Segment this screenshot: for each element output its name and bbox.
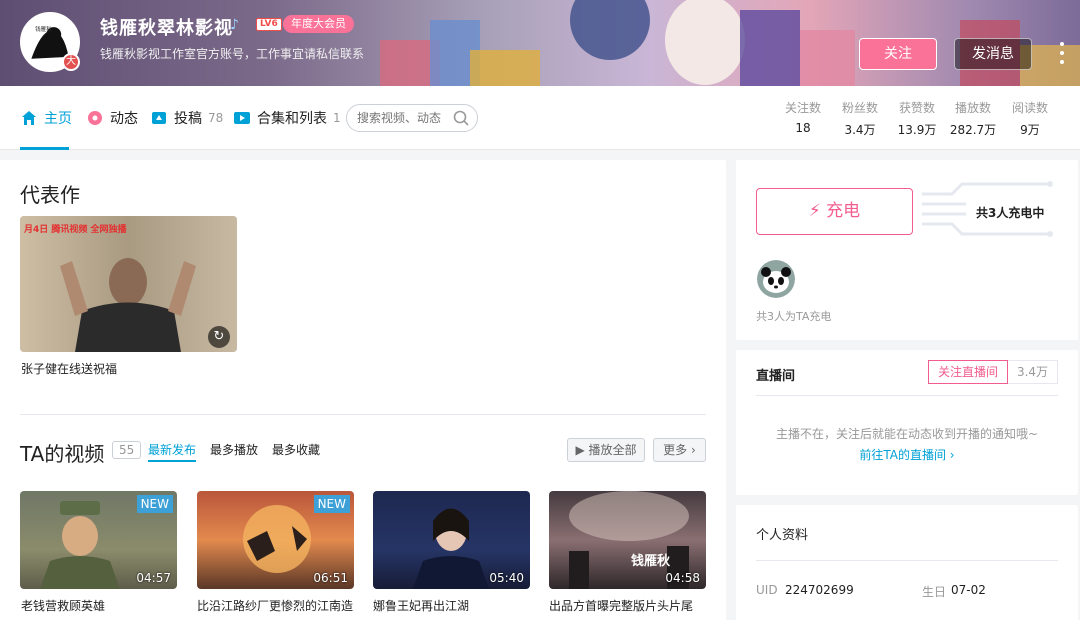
stat-following[interactable]: 关注数 18 bbox=[773, 99, 833, 135]
playlist-icon bbox=[234, 112, 250, 124]
video-card-3[interactable]: 05:40 bbox=[373, 491, 530, 589]
svg-text:钱雁秋: 钱雁秋 bbox=[35, 25, 52, 33]
uid-value: 224702699 bbox=[785, 583, 854, 597]
video-tab-indicator bbox=[148, 460, 196, 462]
upload-icon bbox=[152, 112, 166, 124]
charge-count: 共3人充电中 bbox=[976, 206, 1045, 220]
video-title-1[interactable]: 老钱营救顾英雄 bbox=[21, 597, 178, 614]
go-live-room-link[interactable]: 前往TA的直播间 › bbox=[736, 446, 1078, 463]
live-room-title: 直播间 bbox=[756, 369, 796, 384]
thumbnail-tag: 月4日 腾讯视频 全网独播 bbox=[24, 225, 127, 235]
masterpiece-video-title[interactable]: 张子健在线送祝福 bbox=[21, 360, 117, 377]
lightning-icon: ⚡ bbox=[808, 201, 827, 221]
stat-label: 阅读数 bbox=[1011, 101, 1048, 115]
stat-label: 播放数 bbox=[954, 101, 991, 115]
ta-videos-count: 55 bbox=[112, 441, 142, 459]
video-duration: 06:51 bbox=[313, 571, 348, 585]
profile-info-title: 个人资料 bbox=[756, 528, 809, 543]
go-live-label: 前往TA的直播间 bbox=[859, 448, 946, 462]
search-input[interactable] bbox=[357, 109, 452, 127]
level-badge: LV6 bbox=[256, 18, 282, 31]
play-all-label: 播放全部 bbox=[588, 443, 637, 457]
follow-button[interactable]: 关注 bbox=[859, 38, 937, 70]
play-all-button[interactable]: ▶ 播放全部 bbox=[567, 438, 645, 462]
stat-value: 13.9万 bbox=[897, 123, 937, 137]
video-title-4[interactable]: 出品方首曝完整版片头片尾 bbox=[549, 597, 706, 614]
birthday-label: 生日 bbox=[922, 585, 947, 599]
tiktok-like-icon: ♪ bbox=[230, 17, 239, 33]
live-offline-message: 主播不在，关注后就能在动态收到开播的通知哦~ bbox=[775, 427, 1039, 441]
vip-badge[interactable]: 年度大会员 bbox=[283, 15, 354, 33]
stat-label: 关注数 bbox=[784, 101, 821, 115]
stat-value: 282.7万 bbox=[949, 123, 997, 137]
live-fans-count: 3.4万 bbox=[1008, 360, 1058, 384]
stat-reads: 阅读数 9万 bbox=[1000, 99, 1060, 138]
active-tab-indicator bbox=[20, 147, 69, 150]
message-button[interactable]: 发消息 bbox=[954, 38, 1032, 70]
stat-likes: 获赞数 13.9万 bbox=[887, 99, 947, 138]
follow-live-button[interactable]: 关注直播间 bbox=[928, 360, 1008, 384]
svg-text:钱雁秋: 钱雁秋 bbox=[631, 553, 671, 569]
user-sign: 钱雁秋影视工作室官方账号，工作事宜请私信联系 bbox=[100, 47, 365, 61]
video-card-1[interactable]: NEW 04:57 bbox=[20, 491, 177, 589]
charge-button[interactable]: ⚡ 充电 bbox=[756, 188, 913, 235]
tab-home-label: 主页 bbox=[44, 111, 72, 127]
tab-dynamic-label: 动态 bbox=[110, 111, 138, 127]
avatar-badge: 大 bbox=[62, 53, 80, 71]
tab-most-played[interactable]: 最多播放 bbox=[210, 441, 258, 458]
chevron-right-icon: › bbox=[687, 443, 696, 457]
tab-home[interactable]: 主页 bbox=[20, 86, 72, 150]
stat-value: 9万 bbox=[1020, 123, 1040, 137]
video-duration: 04:57 bbox=[136, 571, 171, 585]
live-divider bbox=[756, 395, 1058, 396]
search-icon[interactable] bbox=[453, 110, 469, 126]
play-icon: ▶ bbox=[575, 443, 589, 457]
charge-subtitle: 共3人为TA充电 bbox=[756, 310, 832, 323]
birthday-value: 07-02 bbox=[951, 583, 986, 597]
profile-info-card bbox=[736, 505, 1078, 620]
tab-dynamic[interactable]: 动态 bbox=[86, 86, 138, 150]
tab-upload-label: 投稿 bbox=[174, 111, 202, 127]
dynamic-icon bbox=[88, 111, 102, 125]
stat-fans[interactable]: 粉丝数 3.4万 bbox=[830, 99, 890, 138]
video-title-3[interactable]: 娜鲁王妃再出江湖 bbox=[373, 597, 530, 614]
tab-playlist-label: 合集和列表 bbox=[257, 111, 327, 127]
new-badge: NEW bbox=[136, 495, 173, 513]
uid-label: UID bbox=[756, 583, 778, 597]
masterpiece-title: 代表作 bbox=[20, 183, 80, 207]
tab-most-collected[interactable]: 最多收藏 bbox=[272, 441, 320, 458]
profile-search bbox=[346, 104, 478, 132]
tab-upload-count: 78 bbox=[208, 111, 224, 125]
video-title-2[interactable]: 比沿江路纱厂更惨烈的江南造 bbox=[197, 597, 354, 614]
ta-videos-title: TA的视频 bbox=[20, 442, 105, 466]
home-icon bbox=[22, 111, 36, 125]
video-card-4[interactable]: 钱雁秋 04:58 bbox=[549, 491, 706, 589]
replay-icon[interactable]: ↻ bbox=[208, 326, 230, 348]
profile-info-divider bbox=[756, 560, 1058, 561]
stat-value: 3.4万 bbox=[844, 123, 876, 137]
tab-playlist[interactable]: 合集和列表 1 bbox=[233, 86, 341, 150]
stat-label: 粉丝数 bbox=[841, 101, 878, 115]
video-duration: 05:40 bbox=[489, 571, 524, 585]
tab-latest[interactable]: 最新发布 bbox=[148, 441, 196, 458]
tab-playlist-count: 1 bbox=[333, 111, 341, 125]
chevron-right-icon: › bbox=[945, 448, 955, 462]
stat-plays: 播放数 282.7万 bbox=[943, 99, 1003, 138]
section-divider bbox=[20, 414, 706, 415]
video-duration: 04:58 bbox=[665, 571, 700, 585]
more-options-icon[interactable] bbox=[1056, 40, 1068, 66]
stat-value: 18 bbox=[795, 121, 811, 135]
video-card-2[interactable]: NEW 06:51 bbox=[197, 491, 354, 589]
stat-label: 获赞数 bbox=[898, 101, 935, 115]
charge-label: 充电 bbox=[826, 201, 861, 221]
more-videos-button[interactable]: 更多 › bbox=[653, 438, 706, 462]
tab-upload[interactable]: 投稿 78 bbox=[150, 86, 223, 150]
more-label: 更多 bbox=[663, 443, 688, 457]
masterpiece-thumbnail-image bbox=[20, 216, 237, 352]
new-badge: NEW bbox=[313, 495, 350, 513]
username: 钱雁秋翠林影视 bbox=[100, 18, 233, 39]
charger-avatar[interactable] bbox=[757, 260, 795, 298]
masterpiece-video-thumbnail[interactable]: 月4日 腾讯视频 全网独播 bbox=[20, 216, 237, 352]
